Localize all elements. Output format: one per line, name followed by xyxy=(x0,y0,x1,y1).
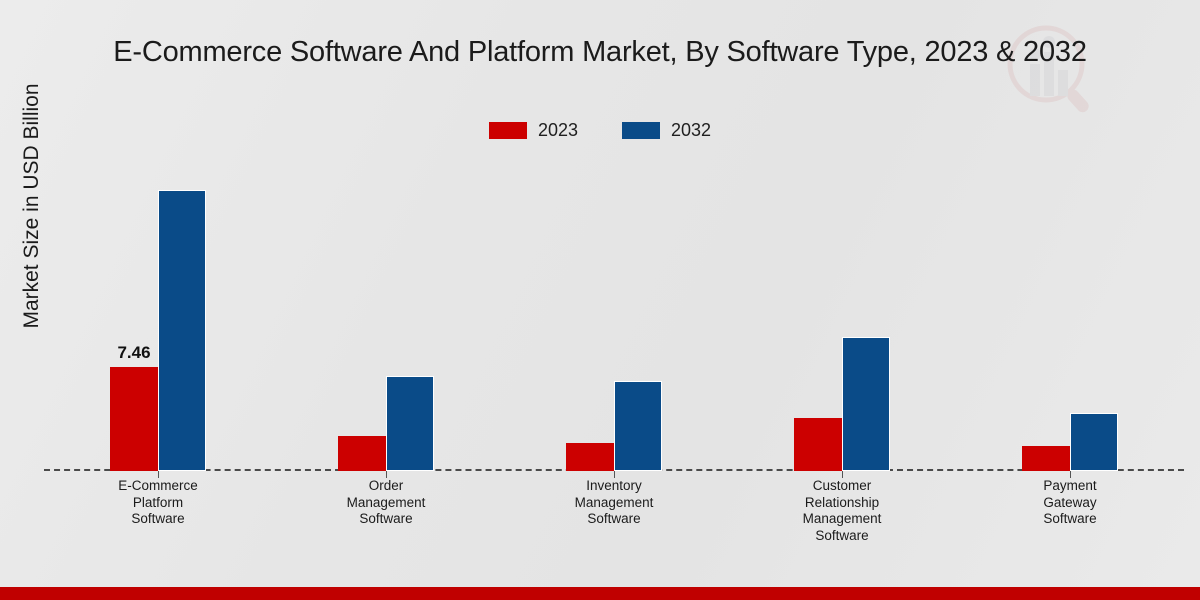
x-axis-category-label: E-Commerce Platform Software xyxy=(44,478,272,544)
legend-label-2032: 2032 xyxy=(671,120,712,140)
category-label-line: Relationship xyxy=(804,494,880,510)
bar-2032[interactable] xyxy=(158,190,206,471)
bar-value-label: 7.46 xyxy=(117,343,151,363)
y-axis-title: Market Size in USD Billion xyxy=(20,83,43,329)
x-axis-category-labels: E-Commerce Platform Software Order Managemen… xyxy=(44,478,1184,544)
bar-groups: 7.46 xyxy=(44,165,1184,478)
bar-group xyxy=(272,165,500,478)
legend-item-2032[interactable]: 2032 xyxy=(622,120,711,141)
bar-group xyxy=(728,165,956,478)
bar-2032[interactable] xyxy=(842,337,890,471)
bar-2023[interactable] xyxy=(338,436,386,471)
bar-group xyxy=(500,165,728,478)
bar-group xyxy=(956,165,1184,478)
legend-label-2023: 2023 xyxy=(537,120,578,140)
bar-2032[interactable] xyxy=(386,376,434,471)
category-label-line: Software xyxy=(131,511,185,526)
category-label-line: Software xyxy=(587,511,641,526)
x-axis-category-label: Order Management Software xyxy=(272,478,500,544)
bar-group: 7.46 xyxy=(44,165,272,478)
category-label-line: Platform xyxy=(132,494,184,510)
bar-2023[interactable] xyxy=(1022,445,1070,471)
x-axis-tick xyxy=(158,471,159,478)
x-axis-tick xyxy=(614,471,615,478)
x-axis-tick xyxy=(386,471,387,478)
bar-2023[interactable] xyxy=(566,443,614,471)
x-axis-tick xyxy=(842,471,843,478)
category-label-line: Customer xyxy=(812,478,872,493)
chart-legend: 2023 2032 xyxy=(0,120,1200,141)
bar-2023[interactable] xyxy=(794,418,842,471)
category-label-line: E-Commerce xyxy=(118,478,198,493)
x-axis-tick xyxy=(1070,471,1071,478)
category-label-line: Management xyxy=(574,494,654,510)
bar-2023[interactable]: 7.46 xyxy=(110,343,158,471)
chart-canvas: E-Commerce Software And Platform Market,… xyxy=(0,0,1200,600)
bar-2032[interactable] xyxy=(614,380,662,471)
bar-2032[interactable] xyxy=(1070,412,1118,471)
bottom-accent-band xyxy=(0,587,1200,600)
category-label-line: Software xyxy=(815,527,869,543)
category-label-line: Order xyxy=(368,478,404,493)
category-label-line: Software xyxy=(359,511,413,526)
legend-swatch-2023 xyxy=(488,122,527,139)
x-axis-category-label: Customer Relationship Management Software xyxy=(728,478,956,544)
chart-title: E-Commerce Software And Platform Market,… xyxy=(113,36,1087,68)
category-label-line: Management xyxy=(346,494,426,510)
category-label-line: Payment xyxy=(1043,478,1097,493)
category-label-line: Inventory xyxy=(586,478,642,493)
x-axis-category-label: Inventory Management Software xyxy=(500,478,728,544)
category-label-line: Gateway xyxy=(1043,494,1097,510)
legend-item-2023[interactable]: 2023 xyxy=(488,120,578,141)
x-axis-category-label: Payment Gateway Software xyxy=(956,478,1184,544)
plot-area: 7.46 xyxy=(44,165,1184,478)
category-label-line: Software xyxy=(1043,511,1097,526)
category-label-line: Management xyxy=(802,511,882,526)
legend-swatch-2032 xyxy=(622,122,660,139)
